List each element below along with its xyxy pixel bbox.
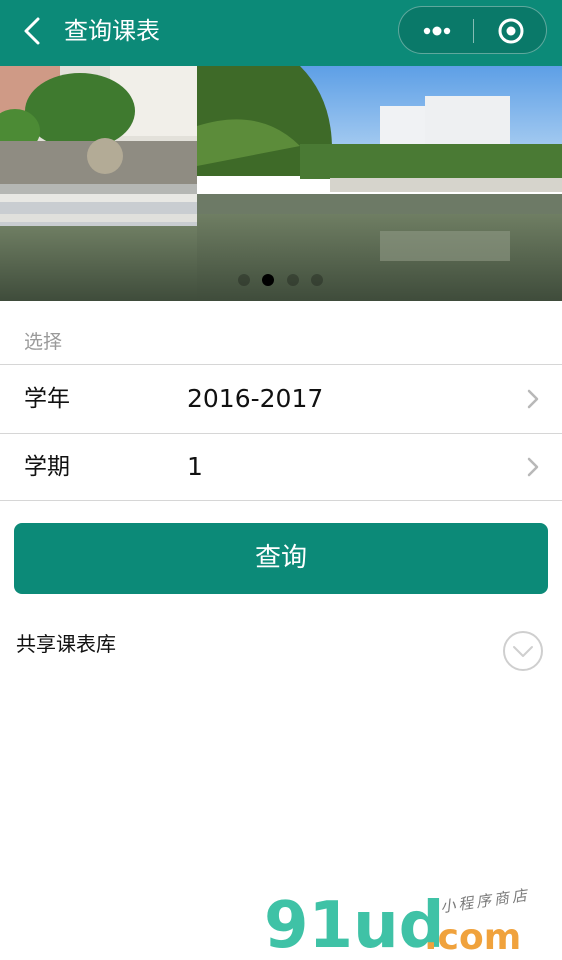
target-circle-icon xyxy=(498,18,524,44)
chevron-down-circle-icon xyxy=(503,631,543,671)
semester-value: 1 xyxy=(187,452,203,481)
page-title: 查询课表 xyxy=(64,17,160,45)
school-year-value: 2016-2017 xyxy=(187,384,324,413)
back-button[interactable] xyxy=(16,14,50,48)
more-dots-icon xyxy=(423,26,451,36)
capsule-divider xyxy=(473,19,474,43)
school-year-label: 学年 xyxy=(24,386,70,412)
school-year-picker[interactable]: 学年 2016-2017 xyxy=(0,365,562,433)
mini-program-capsule xyxy=(398,6,547,54)
campus-photo xyxy=(0,66,562,301)
chevron-left-icon xyxy=(24,17,40,45)
title-bar: 查询课表 xyxy=(0,0,562,66)
svg-text:91ud: 91ud xyxy=(264,889,444,955)
chevron-right-icon xyxy=(527,457,539,477)
shared-timetable-title: 共享课表库 xyxy=(16,632,116,656)
expand-shared-button[interactable] xyxy=(502,630,544,672)
chevron-right-icon xyxy=(527,389,539,409)
svg-text:.com: .com xyxy=(424,917,521,955)
campus-banner-carousel[interactable] xyxy=(0,66,562,301)
carousel-indicator-dots[interactable] xyxy=(0,273,562,287)
semester-label: 学期 xyxy=(24,454,70,480)
semester-picker[interactable]: 学期 1 xyxy=(0,433,562,501)
section-label: 选择 xyxy=(24,331,63,353)
selection-list: 学年 2016-2017 学期 1 xyxy=(0,364,562,501)
query-button[interactable]: 查询 xyxy=(14,523,548,594)
close-mini-program-button[interactable] xyxy=(485,13,537,49)
more-menu-button[interactable] xyxy=(407,13,467,49)
